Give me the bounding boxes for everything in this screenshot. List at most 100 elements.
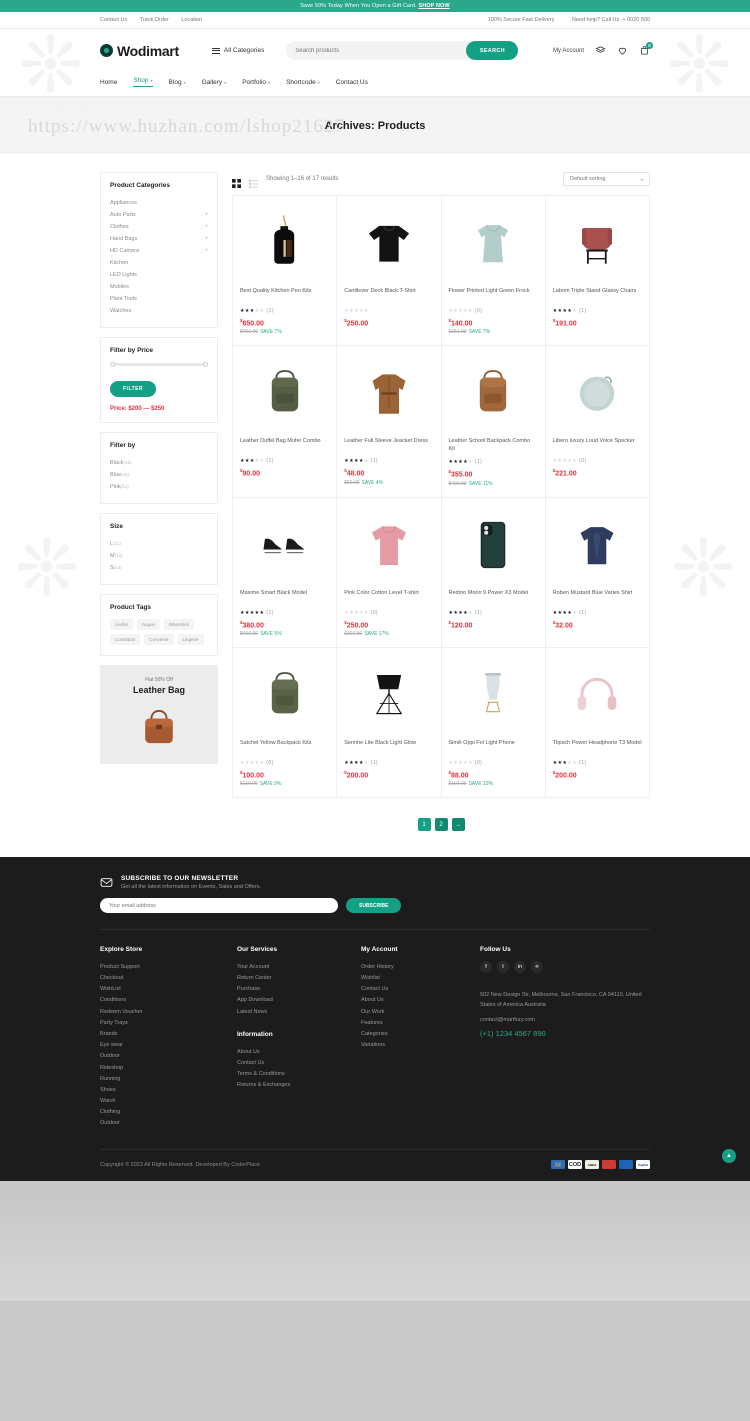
color-filter-black[interactable]: Black(15) <box>110 457 208 469</box>
plus-icon[interactable]: + <box>204 248 208 254</box>
tag-item[interactable]: Audire <box>110 619 134 630</box>
footer-link[interactable]: Order History <box>361 961 480 972</box>
newsletter-subscribe-button[interactable]: SUBSCRIBE <box>346 898 402 914</box>
wishlist-heart-icon[interactable] <box>617 45 628 56</box>
footer-link[interactable]: Outdoor <box>100 1051 237 1062</box>
price-range-slider[interactable] <box>110 361 208 367</box>
footer-link[interactable]: Our Work <box>361 1006 480 1017</box>
footer-link[interactable]: Redeem Voucher <box>100 1006 237 1017</box>
product-card[interactable]: Leather Duffel Bag Mufer Combo ★★★★★ (1) … <box>233 346 338 498</box>
pagination-next-arrow-icon[interactable]: → <box>451 818 465 832</box>
footer-link[interactable]: Eye wear <box>100 1040 237 1051</box>
twitter-icon[interactable]: t <box>497 961 509 974</box>
footer-link[interactable]: Return Center <box>237 972 361 983</box>
promo-banner-leather-bag[interactable]: Flat 50% Off Leather Bag <box>100 665 218 764</box>
color-filter-blue[interactable]: Blue(15) <box>110 469 208 481</box>
footer-link[interactable]: Watch <box>100 1096 237 1107</box>
nav-item-shortcode[interactable]: Shortcode ▾ <box>286 77 320 87</box>
color-filter-pink[interactable]: Pink(14) <box>110 481 208 493</box>
sort-select[interactable]: Default sorting ▾ <box>563 172 650 186</box>
site-logo[interactable]: Wodimart <box>100 43 179 59</box>
plus-icon[interactable]: + <box>204 224 208 230</box>
footer-link[interactable]: Your Account <box>237 961 361 972</box>
list-view-icon[interactable] <box>249 175 258 188</box>
footer-link[interactable]: Contact Us <box>237 1057 361 1068</box>
footer-link[interactable]: Running <box>100 1073 237 1084</box>
footer-link[interactable]: Brands <box>100 1028 237 1039</box>
category-item-watches[interactable]: Watches <box>110 305 208 317</box>
footer-link[interactable]: WishList <box>100 984 237 995</box>
product-card[interactable]: Leather School Backpack Combo Kit ★★★★★(… <box>441 346 546 498</box>
footer-link[interactable]: Outdoor <box>100 1118 237 1129</box>
plus-icon[interactable]: + <box>204 212 208 218</box>
newsletter-email-input[interactable] <box>100 898 338 914</box>
product-card[interactable]: Best Quality Kitchen Pen Kits ★★★★★ (1) $… <box>233 196 338 347</box>
category-item-hand-bags[interactable]: Hand Bags + <box>110 233 208 245</box>
product-card[interactable]: Simili Oppi Fol Light Phone ★★★★★ (0) $88… <box>441 647 546 799</box>
footer-link[interactable]: Latest News <box>237 1006 361 1017</box>
footer-email[interactable]: contact@martfury.com <box>480 1017 650 1023</box>
footer-link[interactable]: Purchase <box>237 984 361 995</box>
footer-link[interactable]: Rideshop <box>100 1062 237 1073</box>
all-categories-button[interactable]: All Categories <box>211 47 264 54</box>
nav-item-contact-us[interactable]: Contact Us <box>336 77 368 87</box>
product-card[interactable]: Libero luxury Loud Voice Specker ★★★★★ (0… <box>545 346 650 498</box>
footer-link[interactable]: About Us <box>237 1046 361 1057</box>
nav-item-portfolio[interactable]: Portfolio ▾ <box>242 77 270 87</box>
category-item-plant-tools[interactable]: Plant Tools <box>110 293 208 305</box>
linkedin-icon[interactable]: in <box>514 961 526 974</box>
nav-item-home[interactable]: Home <box>100 77 117 87</box>
product-card[interactable]: Sennhe Lite Black Light Glow ★★★★★ (1) $2… <box>337 647 442 799</box>
category-item-auto-parts[interactable]: Auto Parts + <box>110 209 208 221</box>
search-input[interactable] <box>295 47 456 54</box>
compare-icon[interactable] <box>595 45 606 56</box>
tag-item[interactable]: Converse <box>144 634 174 645</box>
product-card[interactable]: Labom Triple Stand Glassy Chairs ★★★★★ (1… <box>545 196 650 347</box>
size-filter-s[interactable]: S(12) <box>110 562 208 574</box>
top-link-track-order[interactable]: Track Order <box>140 17 169 23</box>
footer-link[interactable]: Wishlist <box>361 972 480 983</box>
category-item-appliances[interactable]: Appliances <box>110 197 208 209</box>
top-link-location[interactable]: Location <box>181 17 202 23</box>
footer-link[interactable]: App Download <box>237 995 361 1006</box>
footer-phone[interactable]: (+1) 1234 4567 890 <box>480 1029 650 1038</box>
product-card[interactable]: Tlipsch Power Headphone T3 Model ★★★★★ (1… <box>545 647 650 799</box>
cart-icon[interactable]: 0 <box>639 42 653 56</box>
nav-item-blog[interactable]: Blog ▾ <box>169 77 186 87</box>
product-card[interactable]: Maxime Smart Black Model ★★★★★ (1) $380.0… <box>233 497 338 648</box>
rss-icon[interactable]: ⟡ <box>531 961 543 974</box>
footer-link[interactable]: Terms & Conditions <box>237 1069 361 1080</box>
product-card[interactable]: Leather Full Sleeve Jeacket Dress ★★★★★(… <box>337 346 442 498</box>
category-item-kitchen[interactable]: Kitchen <box>110 257 208 269</box>
footer-link[interactable]: Checkout <box>100 972 237 983</box>
category-item-mobiles[interactable]: Mobiles <box>110 281 208 293</box>
product-card[interactable]: Redmo Morin 9 Power X3 Model ★★★★★ (1) $1… <box>441 497 546 648</box>
plus-icon[interactable]: + <box>204 236 208 242</box>
tag-item[interactable]: Constituto <box>110 634 141 645</box>
footer-link[interactable]: Contact Us <box>361 984 480 995</box>
grid-view-icon[interactable] <box>232 175 241 188</box>
tag-item[interactable]: Lingerie <box>177 634 204 645</box>
footer-link[interactable]: Variations <box>361 1040 480 1051</box>
footer-link[interactable]: Returns & Exchanges <box>237 1080 361 1091</box>
top-link-contact-us[interactable]: Contact Us <box>100 17 127 23</box>
my-account-link[interactable]: My Account <box>553 48 584 54</box>
product-card[interactable]: Flower Printed Light Green Frock ★★★★★ (0… <box>441 196 546 347</box>
footer-link[interactable]: Party Trays <box>100 1017 237 1028</box>
size-filter-l[interactable]: L(11) <box>110 538 208 550</box>
product-card[interactable]: Pink Color Cotton Level T-shirt ★★★★★ (0)… <box>337 497 442 648</box>
product-card[interactable]: Cantilever Deck Black T-Shirt ★★★★★ $250… <box>337 196 442 347</box>
footer-link[interactable]: Clothing <box>100 1107 237 1118</box>
search-button[interactable]: SEARCH <box>466 41 519 60</box>
tag-item[interactable]: Augue <box>137 619 161 630</box>
nav-item-shop[interactable]: Shop ▾ <box>133 77 153 87</box>
tag-item[interactable]: Bibendum <box>164 619 195 630</box>
facebook-icon[interactable]: f <box>480 961 492 974</box>
footer-link[interactable]: About Us <box>361 995 480 1006</box>
pagination-page-2[interactable]: 2 <box>434 818 448 832</box>
size-filter-m[interactable]: M(12) <box>110 550 208 562</box>
footer-link[interactable]: Conditions <box>100 995 237 1006</box>
category-item-clothes[interactable]: Clothes + <box>110 221 208 233</box>
category-item-led-lights[interactable]: LED Lights <box>110 269 208 281</box>
product-card[interactable]: Roben Mustard Blue Varies Shirt ★★★★★ (1)… <box>545 497 650 648</box>
